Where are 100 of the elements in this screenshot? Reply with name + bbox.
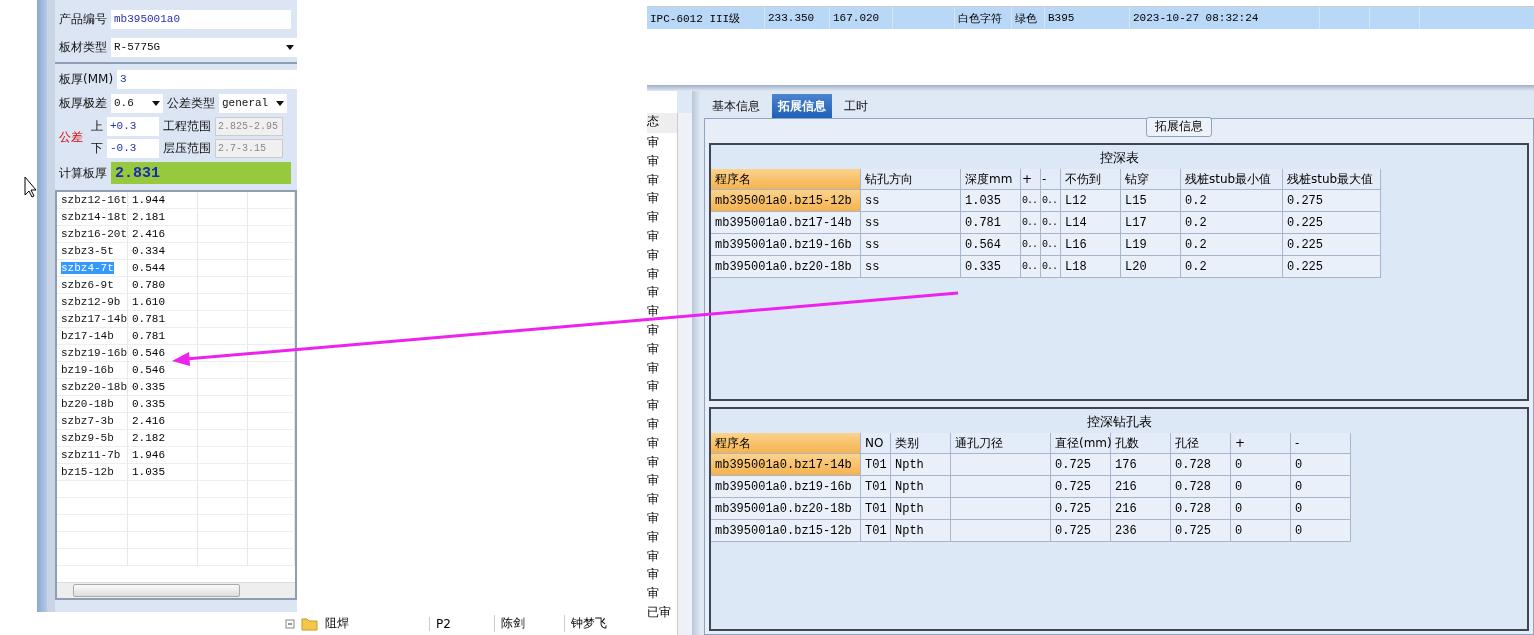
- table-cell: Npth: [891, 476, 951, 498]
- table-cell: 0.564: [961, 234, 1021, 256]
- status-cell-text: 审: [647, 397, 660, 415]
- status-cell-text: 审: [647, 152, 660, 170]
- table-cell: 0.725: [1051, 454, 1111, 476]
- column-header[interactable]: 钻穿: [1121, 169, 1181, 190]
- status-cell-text: 审: [647, 284, 660, 302]
- tab[interactable]: 基本信息: [706, 94, 766, 118]
- list-value: 0.781: [132, 330, 165, 342]
- grid-row[interactable]: IPC-6012 III级 233.350 167.020 白色字符 绿色 B395 2023-10-27 08:32:24: [647, 6, 1534, 29]
- table-cell: L20: [1121, 256, 1181, 278]
- table-cell: 0..: [1041, 212, 1061, 234]
- table-cell: mb395001a0.bz20-18b: [711, 498, 861, 520]
- list-value: 2.182: [132, 432, 165, 444]
- column-header[interactable]: -: [1291, 433, 1351, 454]
- list-item[interactable]: szbz9-5b: [61, 432, 114, 444]
- column-header[interactable]: +: [1021, 169, 1041, 190]
- list-item[interactable]: szbz11-7b: [61, 449, 121, 461]
- status-cell-text: 已审: [647, 603, 672, 621]
- list-value: 1.946: [132, 449, 165, 461]
- tree-cell-text: 阻焊: [324, 615, 350, 632]
- table-cell: 0..: [1021, 212, 1041, 234]
- list-value: 2.181: [132, 211, 165, 223]
- column-header[interactable]: 类别: [891, 433, 951, 454]
- column-header[interactable]: 直径(mm): [1051, 433, 1111, 454]
- list-item[interactable]: szbz17-14b: [61, 313, 127, 325]
- column-header[interactable]: 不伤到: [1061, 169, 1121, 190]
- column-header[interactable]: 程序名: [711, 433, 861, 454]
- table-cell: T01: [861, 476, 891, 498]
- column-header[interactable]: -: [1041, 169, 1061, 190]
- table-cell: mb395001a0.bz19-16b: [711, 476, 861, 498]
- list-item[interactable]: bz19-16b: [61, 364, 114, 376]
- grid-cell: 绿色: [1012, 7, 1045, 29]
- list-item[interactable]: szbz3-5t: [61, 245, 114, 257]
- table-cell: mb395001a0.bz15-12b: [711, 520, 861, 542]
- list-value: 1.035: [132, 466, 165, 478]
- grid-cell: 白色字符: [955, 7, 1012, 29]
- list-item[interactable]: bz15-12b: [61, 466, 114, 478]
- list-item[interactable]: szbz16-20t: [61, 228, 127, 240]
- input-field[interactable]: 3: [117, 69, 297, 89]
- list-item[interactable]: bz20-18b: [61, 398, 114, 410]
- status-cell-text: 审: [647, 340, 660, 358]
- column-header[interactable]: 钻孔方向: [861, 169, 961, 190]
- table-cell: mb395001a0.bz17-14b: [711, 454, 861, 476]
- column-header[interactable]: 孔数: [1111, 433, 1171, 454]
- table-cell: 0.728: [1171, 454, 1231, 476]
- status-cell-text: 审: [647, 547, 660, 565]
- column-header[interactable]: NO: [861, 433, 891, 454]
- table-cell: L18: [1061, 256, 1121, 278]
- table-cell: T01: [861, 454, 891, 476]
- table-cell: 1.035: [961, 190, 1021, 212]
- list-item[interactable]: szbz6-9t: [61, 279, 114, 291]
- column-header[interactable]: 程序名: [711, 169, 861, 190]
- input-field[interactable]: -0.3: [107, 138, 159, 158]
- column-header[interactable]: 通孔刀径: [951, 433, 1051, 454]
- column-header[interactable]: 深度mm: [961, 169, 1021, 190]
- dropdown[interactable]: 0.6: [111, 93, 163, 113]
- table-cell: 0.2: [1181, 212, 1283, 234]
- table-cell: 0: [1231, 520, 1291, 542]
- table-cell: 236: [1111, 520, 1171, 542]
- column-header[interactable]: 残桩stub最小值: [1181, 169, 1283, 190]
- table-cell: 0: [1231, 476, 1291, 498]
- status-cell-text: 审: [647, 528, 660, 546]
- list-value: 1.944: [132, 194, 165, 206]
- dropdown[interactable]: general: [219, 93, 287, 113]
- list-item[interactable]: bz17-14b: [61, 330, 114, 342]
- table-cell: 0..: [1041, 190, 1061, 212]
- list-item[interactable]: szbz14-18t: [61, 211, 127, 223]
- list-item[interactable]: szbz19-16b: [61, 347, 127, 359]
- list-item[interactable]: szbz12-16t: [61, 194, 127, 206]
- field-label: 板厚极差: [59, 94, 107, 112]
- tolerance-label: 公差: [58, 128, 84, 146]
- list-item[interactable]: szbz7-3b: [61, 415, 114, 427]
- table-cell: L19: [1121, 234, 1181, 256]
- table-cell: 0.725: [1051, 498, 1111, 520]
- list-item[interactable]: szbz20-18b: [61, 381, 127, 393]
- status-cell-text: 审: [647, 491, 660, 509]
- tab[interactable]: 拓展信息: [772, 94, 832, 118]
- tab[interactable]: 工时: [838, 94, 874, 118]
- table-cell: 0.2: [1181, 190, 1283, 212]
- table-cell: L15: [1121, 190, 1181, 212]
- table-cell: 0.728: [1171, 498, 1231, 520]
- input-field[interactable]: +0.3: [107, 116, 159, 136]
- table-cell: 0.225: [1283, 212, 1381, 234]
- field-label: 公差类型: [167, 94, 215, 112]
- table-cell: 0: [1291, 454, 1351, 476]
- column-header[interactable]: 孔径: [1171, 433, 1231, 454]
- column-header[interactable]: 态: [647, 113, 677, 133]
- table-cell: 216: [1111, 498, 1171, 520]
- list-value: 2.416: [132, 228, 165, 240]
- list-item[interactable]: szbz12-9b: [61, 296, 121, 308]
- group-title: 拓展信息: [1146, 117, 1212, 137]
- dropdown[interactable]: R-5775G: [111, 37, 297, 57]
- column-header[interactable]: 残桩stub最大值: [1283, 169, 1381, 190]
- column-header[interactable]: +: [1231, 433, 1291, 454]
- status-cell-text: 审: [647, 171, 660, 189]
- grid-cell: 2023-10-27 08:32:24: [1130, 7, 1320, 29]
- tree-cell: P2: [429, 616, 494, 631]
- list-value: 0.335: [132, 381, 165, 393]
- input-field[interactable]: mb395001a0: [111, 9, 291, 29]
